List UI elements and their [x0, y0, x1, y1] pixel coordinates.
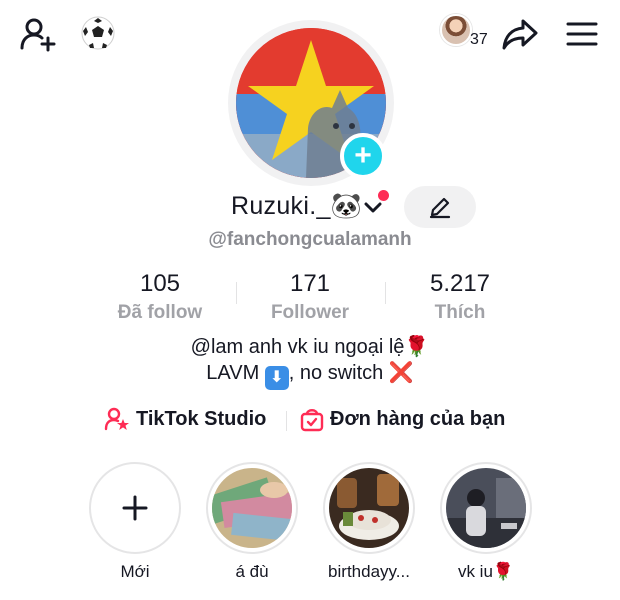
highlight-thumbnail-ring — [323, 462, 415, 554]
highlight-thumbnail — [329, 468, 409, 548]
stat-likes[interactable]: 5.217 Thích — [385, 270, 535, 324]
highlight-label: vk iu🌹 — [457, 562, 515, 581]
followers-count: 171 — [289, 270, 331, 297]
menu-icon[interactable] — [562, 14, 602, 54]
highlight-label: á đù — [235, 562, 269, 581]
bio-line-2: LAVM ⬇, no switch ❌ — [0, 360, 620, 390]
plus-icon — [89, 462, 181, 554]
stat-followers[interactable]: 171 Follower — [235, 270, 385, 324]
profile-viewers-button[interactable]: 37 — [440, 12, 492, 54]
highlight-label: birthdayy... — [328, 562, 410, 581]
orders-label: Đơn hàng của bạn — [330, 407, 506, 430]
share-icon[interactable] — [500, 14, 540, 54]
links-divider — [286, 411, 287, 431]
highlight-thumbnail — [446, 468, 526, 548]
down-arrow-emoji: ⬇ — [264, 366, 289, 390]
highlight-label: Mới — [120, 562, 150, 581]
display-name[interactable]: Ruzuki._🐼 — [231, 192, 362, 221]
username: @fanchongcualamanh — [208, 229, 412, 250]
likes-label: Thích — [434, 302, 486, 323]
profile-links: TikTok Studio Đơn hàng của bạn — [0, 406, 620, 436]
following-count: 105 — [139, 270, 181, 297]
followers-label: Follower — [270, 302, 350, 323]
highlight-new[interactable]: Mới — [87, 462, 183, 582]
name-row: Ruzuki._🐼 — [0, 190, 620, 226]
viewer-count: 37 — [470, 31, 488, 48]
likes-count: 5.217 — [429, 270, 491, 297]
highlight-thumbnail-ring — [440, 462, 532, 554]
following-label: Đã follow — [117, 302, 203, 323]
bio-line-2-text-a: LAVM — [206, 362, 260, 384]
bio-line-1: @lam anh vk iu ngoại lệ🌹 — [0, 334, 620, 360]
story-highlights: Mới á đù birthdayy... vk iu🌹 — [0, 462, 620, 600]
viewer-avatar — [440, 14, 472, 46]
orders-link[interactable]: Đơn hàng của bạn — [300, 406, 505, 432]
add-friend-icon[interactable] — [18, 14, 58, 54]
soccer-ball-icon[interactable] — [79, 14, 117, 52]
cross-mark-emoji: ❌ — [388, 362, 414, 384]
studio-person-star-icon — [104, 407, 129, 431]
bio-line-2-text-b: , no switch — [288, 362, 384, 384]
bio: @lam anh vk iu ngoại lệ🌹 LAVM ⬇, no swit… — [0, 334, 620, 390]
highlight-item[interactable]: vk iu🌹 — [438, 462, 534, 582]
rose-emoji: 🌹 — [404, 336, 430, 358]
highlight-thumbnail-ring — [206, 462, 298, 554]
stat-following[interactable]: 105 Đã follow — [85, 270, 235, 324]
add-avatar-plus-button[interactable]: + — [340, 133, 386, 179]
stats-row: 105 Đã follow 171 Follower 5.217 Thích — [0, 270, 620, 326]
tiktok-studio-label: TikTok Studio — [136, 407, 267, 430]
highlight-item[interactable]: birthdayy... — [321, 462, 417, 582]
edit-profile-button[interactable] — [404, 186, 476, 228]
shopping-bag-icon — [300, 409, 324, 432]
pencil-icon — [429, 197, 451, 219]
bio-line-1-text: @lam anh vk iu ngoại lệ — [190, 336, 405, 358]
highlight-thumbnail — [212, 468, 292, 548]
highlight-item[interactable]: á đù — [204, 462, 300, 582]
tiktok-studio-link[interactable]: TikTok Studio — [104, 406, 266, 432]
notification-dot — [378, 190, 389, 201]
